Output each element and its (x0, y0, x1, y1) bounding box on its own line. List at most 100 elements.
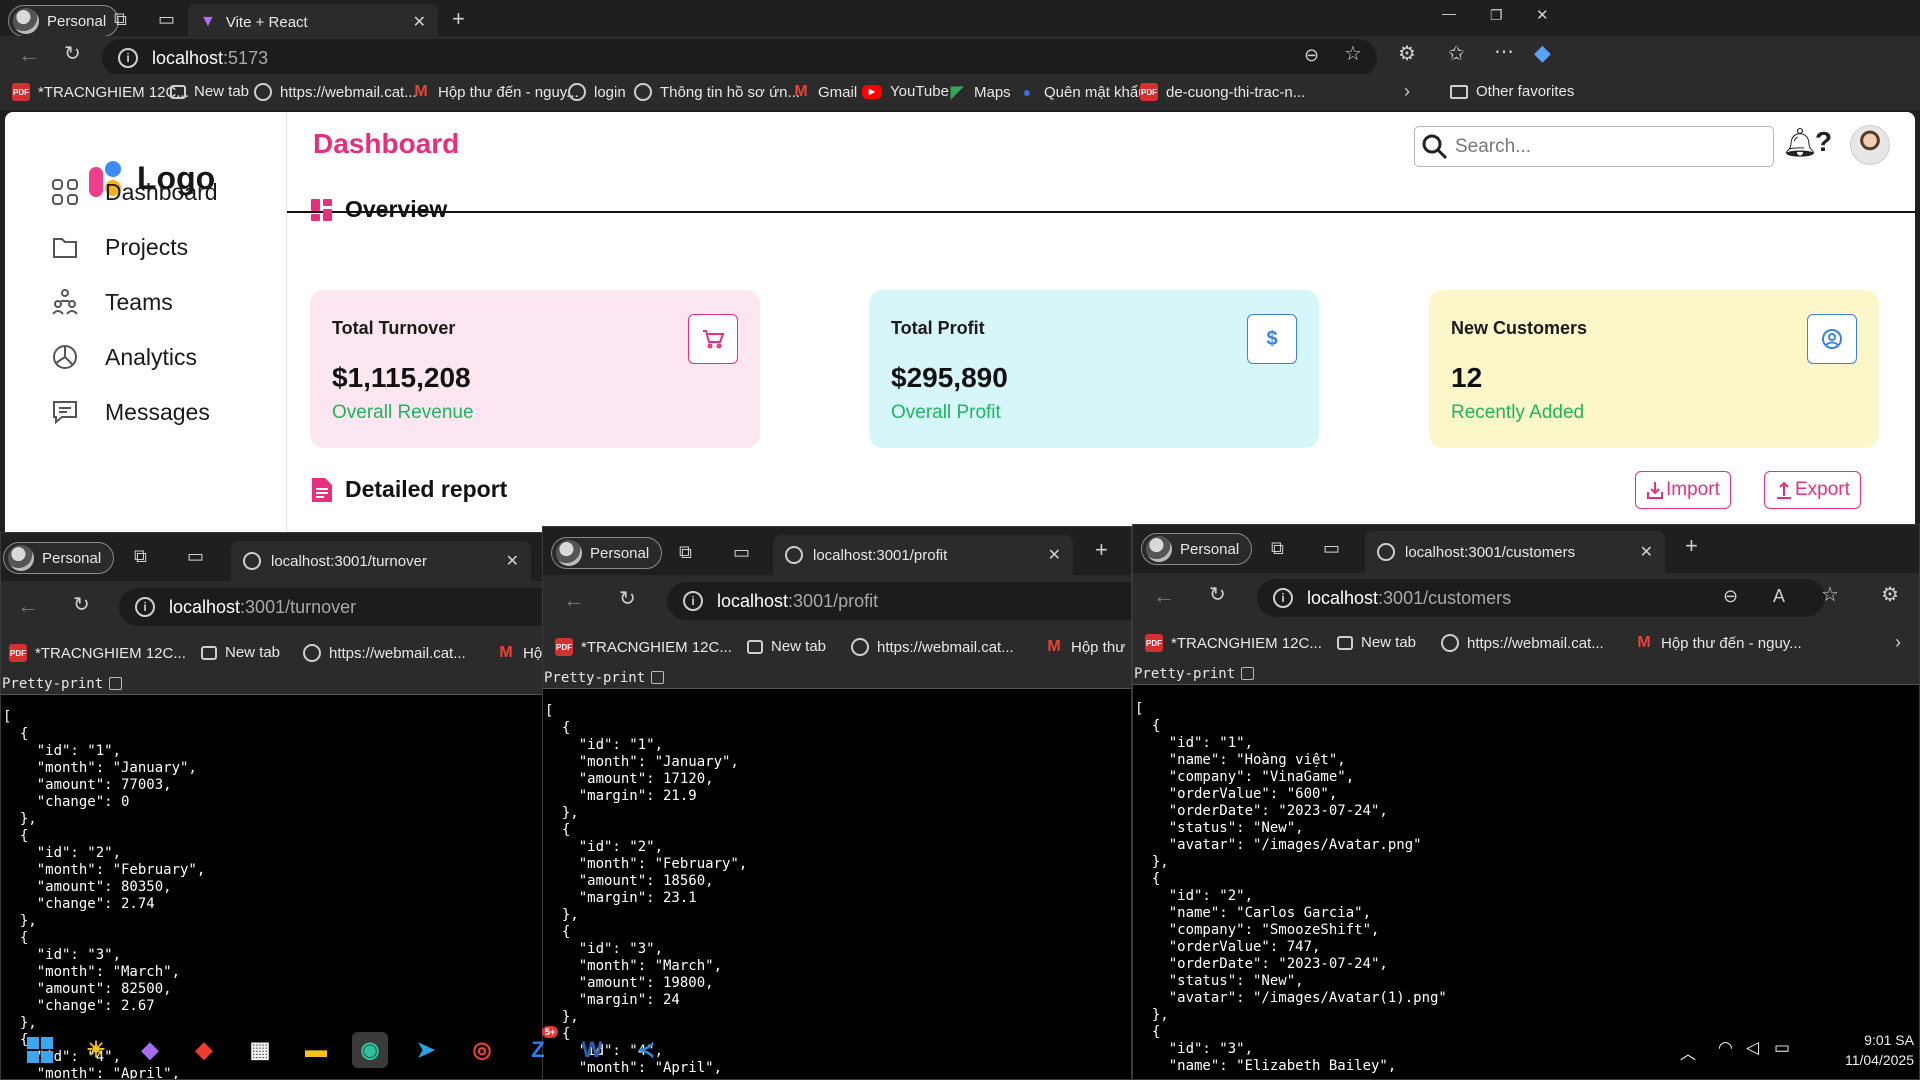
bookmark-tracnghiem[interactable]: PDF *TRACNGHIEM 12C... (555, 638, 732, 656)
address-bar[interactable]: i localhost:3001/turnover (119, 588, 544, 626)
back-icon[interactable]: ← (563, 589, 585, 611)
reload-icon[interactable]: ↻ (1209, 585, 1226, 605)
extensions-icon[interactable]: ⚙ (1881, 585, 1899, 605)
bookmark-webmail[interactable]: https://webmail.cat... (254, 83, 417, 101)
tab-vite-react[interactable]: ▼ Vite + React ✕ (188, 4, 438, 40)
customers-button[interactable] (1807, 314, 1857, 364)
sidebar-item-projects[interactable]: Projects (49, 231, 188, 263)
favorite-star-icon[interactable]: ☆ (1344, 44, 1362, 64)
bookmark-new-tab[interactable]: New tab (201, 644, 280, 661)
close-tab-icon[interactable]: ✕ (1048, 545, 1061, 565)
dollar-button[interactable]: $ (1247, 314, 1297, 364)
tab-profit[interactable]: localhost:3001/profit ✕ (773, 535, 1073, 575)
vscode-icon[interactable]: ≺ (628, 1032, 664, 1068)
site-info-icon[interactable]: i (683, 591, 703, 611)
read-aloud-icon[interactable]: A (1773, 587, 1785, 605)
edge-icon[interactable]: ◉ (352, 1032, 388, 1068)
bookmark-new-tab[interactable]: New tab (747, 638, 826, 655)
word-icon[interactable]: W (574, 1032, 610, 1068)
reload-icon[interactable]: ↻ (619, 589, 636, 609)
profile-button[interactable]: Personal (551, 537, 663, 569)
back-icon[interactable]: ← (1153, 585, 1175, 607)
reload-icon[interactable]: ↻ (73, 595, 90, 615)
pretty-print-checkbox[interactable] (1241, 667, 1255, 680)
git-icon[interactable]: ◆ (186, 1032, 222, 1068)
close-window-icon[interactable]: ✕ (1536, 8, 1549, 23)
restore-icon[interactable]: ❐ (1490, 8, 1503, 22)
new-tab-icon[interactable]: + (1095, 539, 1108, 561)
zoom-icon[interactable]: ⊖ (1304, 46, 1319, 64)
tab-customers[interactable]: localhost:3001/customers ✕ (1365, 531, 1665, 573)
zalo-icon[interactable]: Z 5+ (520, 1026, 559, 1068)
tab-actions-icon[interactable]: ▭ (733, 543, 750, 561)
search-input[interactable]: Search... (1414, 126, 1774, 167)
workspaces-icon[interactable]: ⧉ (134, 547, 147, 565)
bookmarks-overflow-icon[interactable]: › (1404, 82, 1410, 100)
bookmark-webmail[interactable]: https://webmail.cat... (303, 644, 466, 662)
bookmark-webmail[interactable]: https://webmail.cat... (851, 638, 1014, 656)
bookmark-inbox[interactable]: M Hộp thư đến - nguy... (412, 83, 578, 101)
other-favorites[interactable]: Other favorites (1450, 83, 1574, 100)
bookmark-inbox[interactable]: M Hộp thư đến - nguy... (1635, 634, 1801, 652)
windows-start-icon[interactable] (22, 1032, 58, 1068)
bookmark-maps[interactable]: ◤ Maps (948, 83, 1011, 102)
bookmark-inbox[interactable]: M Hộp thư (1045, 638, 1125, 656)
reload-icon[interactable]: ↻ (64, 44, 81, 64)
site-info-icon[interactable]: i (1273, 588, 1293, 608)
bookmark-ho-so[interactable]: Thông tin hồ sơ ứn... (634, 83, 800, 101)
profile-button[interactable]: Personal (8, 5, 120, 37)
export-button[interactable]: Export (1764, 471, 1861, 509)
favorites-icon[interactable]: ✩ (1448, 44, 1465, 64)
profile-button[interactable]: Personal (3, 542, 115, 574)
tab-actions-icon[interactable]: ▭ (187, 547, 204, 565)
bookmark-quen-mat-khau[interactable]: ● Quên mật khẩu (1018, 83, 1147, 101)
copilot-icon[interactable]: ◆ (1534, 42, 1551, 64)
file-explorer-icon[interactable]: ▬ (298, 1032, 334, 1068)
volume-icon[interactable]: ◁ (1746, 1038, 1759, 1058)
telegram-icon[interactable]: ➤ (408, 1032, 444, 1068)
help-icon[interactable]: ? (1815, 126, 1832, 158)
more-menu-icon[interactable]: ⋯ (1494, 42, 1514, 62)
tab-turnover[interactable]: localhost:3001/turnover ✕ (231, 541, 531, 581)
store-icon[interactable]: ▦ (242, 1032, 278, 1068)
new-tab-icon[interactable]: + (452, 8, 465, 30)
bookmark-inbox[interactable]: M Hộ (497, 644, 542, 662)
address-bar[interactable]: i localhost:5173 (102, 39, 1377, 77)
workspaces-icon[interactable]: ⧉ (679, 543, 692, 561)
bookmarks-overflow-icon[interactable]: › (1895, 633, 1901, 651)
pretty-print-checkbox[interactable] (651, 671, 665, 684)
bookmark-webmail[interactable]: https://webmail.cat... (1441, 634, 1604, 652)
new-tab-icon[interactable]: + (1685, 535, 1698, 557)
pretty-print-checkbox[interactable] (109, 677, 123, 690)
bookmark-new-tab[interactable]: New tab (170, 83, 249, 100)
bookmark-login[interactable]: login (568, 83, 626, 101)
address-bar[interactable]: i localhost:3001/profit (667, 582, 1131, 620)
close-tab-icon[interactable]: ✕ (413, 12, 426, 32)
bookmark-de-cuong[interactable]: PDF de-cuong-thi-trac-n... (1140, 83, 1305, 101)
weather-icon[interactable]: ☀ (78, 1032, 114, 1068)
bookmark-new-tab[interactable]: New tab (1337, 634, 1416, 651)
sidebar-item-messages[interactable]: Messages (49, 396, 210, 428)
site-info-icon[interactable]: i (135, 597, 155, 617)
workspaces-icon[interactable]: ⧉ (114, 10, 127, 28)
chrome-icon[interactable]: ◎ (464, 1032, 500, 1068)
sidebar-item-analytics[interactable]: Analytics (49, 341, 197, 373)
back-icon[interactable]: ← (18, 44, 40, 66)
minimize-icon[interactable]: — (1442, 6, 1456, 20)
site-info-icon[interactable]: i (118, 48, 138, 68)
favorite-star-icon[interactable]: ☆ (1821, 585, 1839, 605)
wifi-icon[interactable]: ◠ (1718, 1038, 1733, 1058)
bell-icon[interactable]: 🔔︎ (1782, 126, 1818, 159)
sidebar-item-teams[interactable]: Teams (49, 286, 173, 318)
sidebar-item-dashboard[interactable]: Dashboard (49, 176, 218, 208)
close-tab-icon[interactable]: ✕ (1640, 542, 1653, 562)
tab-actions-icon[interactable]: ▭ (158, 10, 175, 28)
tab-actions-icon[interactable]: ▭ (1323, 539, 1340, 557)
battery-icon[interactable]: ▭ (1774, 1038, 1790, 1058)
close-tab-icon[interactable]: ✕ (506, 551, 519, 571)
tray-overflow-icon[interactable]: ︿ (1680, 1040, 1696, 1064)
address-bar[interactable]: i localhost:3001/customers (1257, 579, 1825, 617)
workspaces-icon[interactable]: ⧉ (1271, 539, 1284, 557)
extensions-icon[interactable]: ⚙ (1398, 44, 1416, 64)
clock[interactable]: 9:01 SA 11/04/2025 (1814, 1030, 1914, 1070)
